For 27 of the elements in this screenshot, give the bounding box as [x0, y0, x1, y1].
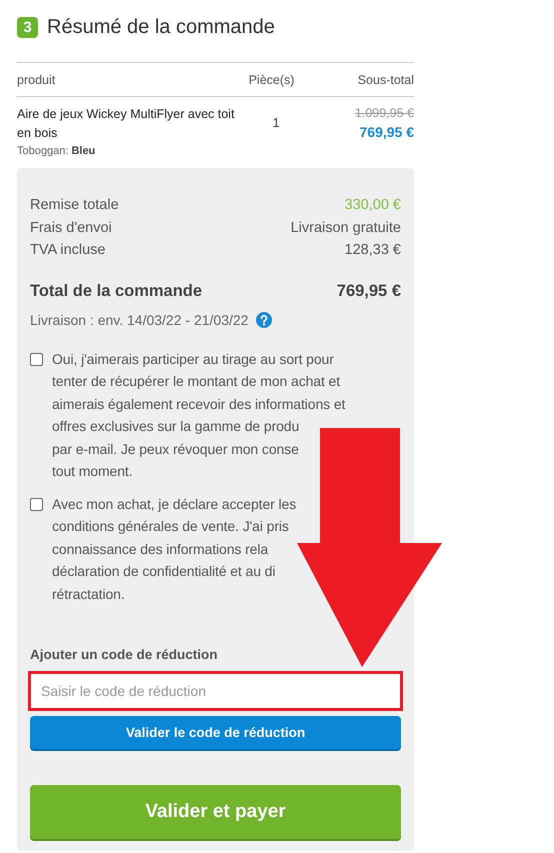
- column-header: produit: [17, 72, 56, 86]
- summary-label: Frais d'envoi: [30, 218, 112, 238]
- delivery-text: Livraison : env. 14/03/22 - 21/03/22: [30, 312, 248, 328]
- checkbox[interactable]: [30, 498, 43, 510]
- checkbox[interactable]: [30, 352, 43, 366]
- product-option: Toboggan: Bleu: [17, 143, 235, 159]
- section-title: Résumé de la commande: [47, 16, 275, 38]
- consent-text: Avec mon achat, je déclare accepter les conditions générales de vente. J'ai pris connaissance des informations rela déclaration de confidentialité et au di rétractation.: [52, 494, 296, 604]
- pay-button[interactable]: Valider et payer: [30, 785, 401, 839]
- step-badge: 3: [17, 16, 38, 38]
- apply-coupon-button[interactable]: Valider le code de réduction: [30, 716, 401, 749]
- total-label: Total de la commande: [30, 280, 202, 302]
- help-icon[interactable]: [256, 312, 272, 328]
- summary-value: Livraison gratuite: [290, 218, 401, 238]
- summary-value: 330,00 €: [344, 196, 401, 215]
- coupon-label: Ajouter un code de réduction: [30, 647, 219, 662]
- old-price: 1.099,95 €: [354, 105, 414, 121]
- product-name: Aire de jeux Wickey MultiFlyer avec toit en bois: [17, 106, 235, 142]
- summary-label: TVA incluse: [30, 241, 106, 260]
- price: 769,95 €: [358, 123, 414, 142]
- summary-label: Remise totale: [30, 196, 119, 215]
- total-value: 769,95 €: [336, 280, 401, 302]
- consent-text: Oui, j'aimerais participer au tirage au sort pour tenter de récupérer le montant de mon achat et aimerais également recevoir des informations et offres exclusives sur la gamme de produ par e-mail. Je peux révoquer mon conse tout moment.: [52, 350, 346, 481]
- summary-value: 128,33 €: [344, 241, 401, 260]
- column-header: Sous-total: [356, 72, 414, 86]
- quantity: 1: [272, 114, 281, 132]
- column-header: Pièce(s): [248, 72, 296, 86]
